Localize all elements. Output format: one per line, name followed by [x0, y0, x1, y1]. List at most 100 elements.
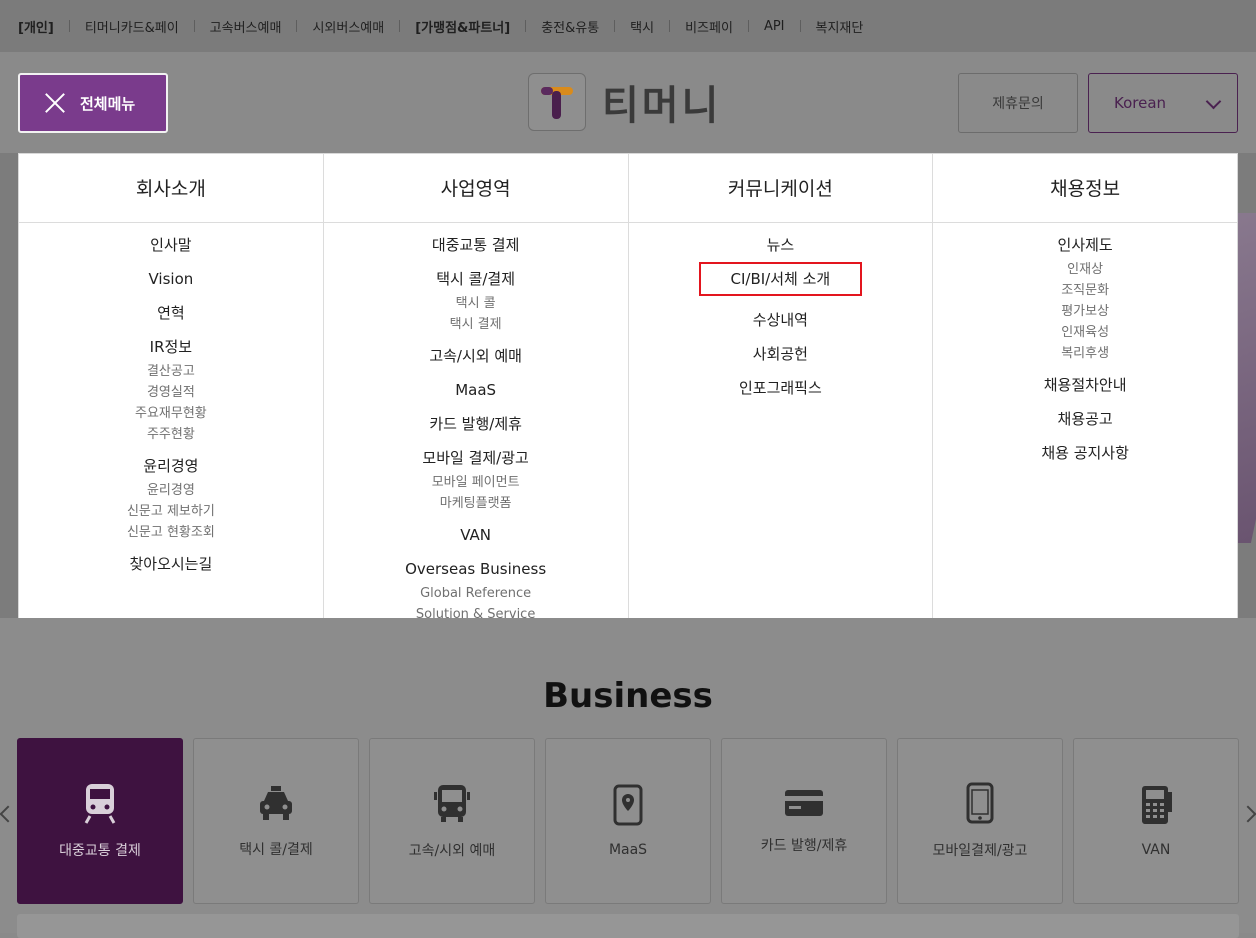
topbar-separator [193, 20, 195, 32]
business-card[interactable]: VAN [1073, 738, 1239, 904]
business-card-label: MaaS [608, 842, 648, 858]
menu-column: 커뮤니케이션뉴스 CI/BI/서체 소개수상내역사회공헌인포그래픽스 [628, 154, 934, 652]
menu-column: 사업영역대중교통 결제택시 콜/결제택시 콜 택시 결제고속/시외 예매 MaaS 카… [323, 154, 629, 652]
topbar-link[interactable]: 시외버스예매 [312, 17, 384, 36]
menu-item[interactable]: MaaS [324, 380, 628, 400]
tmoney-logo[interactable]: 티머니 [528, 73, 721, 131]
partnership-inquiry-button[interactable]: 제휴문의 [958, 73, 1078, 133]
menu-item[interactable]: 인포그래픽스 [629, 378, 933, 398]
topbar-link[interactable]: 복지재단 [816, 17, 864, 36]
topbar-separator [669, 20, 671, 32]
menu-item[interactable]: Vision [19, 269, 323, 289]
prev-arrow-icon[interactable] [0, 805, 17, 823]
menu-subitem[interactable]: 평가보상 [933, 301, 1237, 322]
menu-subitem[interactable]: 조직문화 [933, 280, 1237, 301]
menu-subitem[interactable]: 결산공고 [19, 361, 323, 382]
language-select[interactable]: Korean [1088, 73, 1238, 133]
menu-item[interactable]: 채용공고 [933, 409, 1237, 429]
bottom-content-strip [17, 914, 1239, 938]
topbar-separator [68, 20, 70, 32]
bus-icon [432, 782, 472, 840]
menu-item[interactable]: 사회공헌 [629, 344, 933, 364]
menu-item[interactable]: 인사말 [19, 235, 323, 255]
menu-subitem[interactable]: 모바일 페이먼트 [324, 472, 628, 493]
business-card-label: 택시 콜/결제 [239, 842, 313, 858]
menu-subitem[interactable]: 주주현황 [19, 424, 323, 445]
taxi-icon [256, 783, 296, 839]
topbar-link[interactable]: [가맹점&파트너] [415, 17, 510, 36]
menu-subitem[interactable]: 신문고 현황조회 [19, 522, 323, 543]
menu-item[interactable]: 고속/시외 예매 [324, 346, 628, 366]
terminal-icon [1138, 784, 1174, 842]
menu-item[interactable]: 채용 공지사항 [933, 443, 1237, 463]
menu-subitem[interactable]: 주요재무현황 [19, 403, 323, 424]
menu-subitem[interactable]: 택시 결제 [324, 314, 628, 335]
menu-item[interactable]: VAN [324, 525, 628, 545]
mobile-icon [965, 782, 995, 840]
topbar-link[interactable]: [개인] [18, 17, 54, 36]
topbar-separator [614, 20, 616, 32]
topbar-link[interactable]: 충전&유통 [541, 17, 599, 36]
card-icon [783, 787, 825, 835]
menu-column-title[interactable]: 회사소개 [19, 154, 323, 223]
menu-item[interactable]: 택시 콜/결제 [324, 269, 628, 289]
menu-subitem[interactable]: 경영실적 [19, 382, 323, 403]
topbar-separator [747, 20, 749, 32]
business-card[interactable]: 카드 발행/제휴 [721, 738, 887, 904]
business-card-label: 카드 발행/제휴 [760, 838, 848, 854]
language-value: Korean [1114, 94, 1167, 112]
topbar-separator [799, 20, 801, 32]
business-card[interactable]: 모바일결제/광고 [897, 738, 1063, 904]
business-card[interactable]: 택시 콜/결제 [193, 738, 359, 904]
menu-item[interactable]: 찾아오시는길 [19, 554, 323, 574]
menu-item[interactable]: 수상내역 [629, 310, 933, 330]
menu-item[interactable]: 모바일 결제/광고 [324, 448, 628, 468]
menu-item[interactable]: 카드 발행/제휴 [324, 414, 628, 434]
menu-column-title[interactable]: 사업영역 [323, 154, 628, 223]
menu-column-title[interactable]: 커뮤니케이션 [628, 154, 933, 223]
menu-item[interactable]: Overseas Business [324, 559, 628, 579]
business-card[interactable]: 고속/시외 예매 [369, 738, 535, 904]
business-title: Business [543, 676, 713, 716]
menu-subitem[interactable]: 윤리경영 [19, 480, 323, 501]
menu-subitem[interactable]: 신문고 제보하기 [19, 501, 323, 522]
business-section: Business 대중교통 결제 택시 콜/결제 고속/시외 예매 MaaS 카드 발행… [0, 618, 1256, 938]
topbar-link[interactable]: 비즈페이 [685, 17, 733, 36]
close-all-menu-button[interactable]: 전체메뉴 [18, 73, 168, 133]
menu-subitem[interactable]: 택시 콜 [324, 293, 628, 314]
menu-item[interactable]: 채용절차안내 [933, 375, 1237, 395]
logo-text: 티머니 [602, 83, 722, 129]
menu-item[interactable]: CI/BI/서체 소개 [629, 262, 933, 296]
business-card[interactable]: 대중교통 결제 [17, 738, 183, 904]
chevron-down-icon [1205, 93, 1222, 110]
topbar-link[interactable]: API [764, 19, 785, 34]
menu-subitem[interactable]: 인재육성 [933, 322, 1237, 343]
logo-mark-icon [528, 73, 586, 131]
menu-subitem[interactable]: 복리후생 [933, 343, 1237, 364]
menu-subitem[interactable]: 인재상 [933, 259, 1237, 280]
menu-item[interactable]: 연혁 [19, 303, 323, 323]
topbar-separator [296, 20, 298, 32]
phone-map-icon [612, 784, 644, 842]
topbar-link[interactable]: 택시 [630, 17, 654, 36]
menu-button-label: 전체메뉴 [80, 94, 136, 113]
train-icon [80, 782, 120, 840]
menu-item[interactable]: 인사제도 [933, 235, 1237, 255]
site-header: 전체메뉴 티머니 제휴문의 Korean [0, 52, 1256, 153]
topbar-link[interactable]: 고속버스예매 [210, 17, 282, 36]
topbar-link[interactable]: 티머니카드&페이 [85, 17, 179, 36]
menu-item[interactable]: 뉴스 [629, 235, 933, 255]
menu-item[interactable]: 대중교통 결제 [324, 235, 628, 255]
topbar-separator [399, 20, 401, 32]
next-arrow-icon[interactable] [1239, 805, 1256, 823]
business-card-label: VAN [1141, 842, 1171, 858]
business-card-list: 대중교통 결제 택시 콜/결제 고속/시외 예매 MaaS 카드 발행/제휴 모바일결제/… [17, 738, 1239, 904]
business-card[interactable]: MaaS [545, 738, 711, 904]
highlighted-menu-item-label: CI/BI/서체 소개 [698, 262, 863, 296]
menu-subitem[interactable]: 마케팅플랫폼 [324, 493, 628, 514]
menu-item[interactable]: 윤리경영 [19, 456, 323, 476]
menu-column: 회사소개인사말 Vision 연혁 IR정보결산공고 경영실적 주요재무현황 주주현황윤리경… [19, 154, 324, 652]
menu-item[interactable]: IR정보 [19, 337, 323, 357]
menu-subitem[interactable]: Global Reference [324, 583, 628, 604]
menu-column-title[interactable]: 채용정보 [933, 154, 1237, 223]
